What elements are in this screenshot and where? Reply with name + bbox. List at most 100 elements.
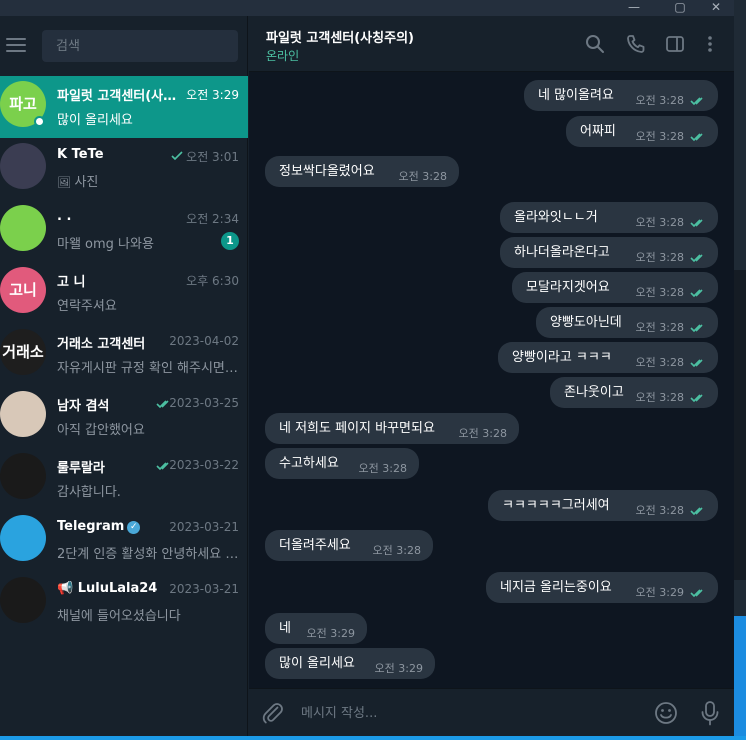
chat-preview-text: 마왤 omg 나와용 xyxy=(57,237,154,252)
chat-preview: 연락주셔요 xyxy=(57,295,239,314)
message-text: ㅋㅋㅋㅋㅋ그러세여 xyxy=(502,498,610,513)
outgoing-message[interactable]: 존나웃이고 오전 3:28 xyxy=(550,377,718,408)
message-time: 오전 3:28 xyxy=(358,462,407,475)
message-text: 네 xyxy=(279,621,291,636)
more-vertical-icon[interactable] xyxy=(700,34,720,54)
message-time: 오전 3:28 xyxy=(635,504,684,517)
outgoing-message[interactable]: 네 많이올려요 오전 3:28 xyxy=(524,80,718,111)
chat-list-item[interactable]: 남자 겸석 2023-03-25 아직 갑안했어요 xyxy=(0,386,248,448)
avatar xyxy=(0,577,46,623)
chat-list-item[interactable]: 📢 LuluLala24 2023-03-21 채널에 들어오셨습니다 xyxy=(0,572,248,634)
chat-name: 거래소 고객센터 xyxy=(57,333,185,352)
message-text: 하나더올라온다고 xyxy=(514,245,610,260)
double-check-icon xyxy=(690,324,703,333)
chat-time: 2023-03-25 xyxy=(169,396,239,410)
avatar xyxy=(0,205,46,251)
message-area[interactable]: 네 많이올려요 오전 3:28 어짜피 오전 3:28 정보싹다올렸어요 오전 3:28 올… xyxy=(249,72,734,688)
chat-title[interactable]: 파일럿 고객센터(사칭주의) xyxy=(266,27,414,46)
window-title-bar: — ▢ ✕ xyxy=(0,0,734,16)
outgoing-message[interactable]: 어짜피 오전 3:28 xyxy=(566,116,718,147)
online-indicator xyxy=(34,116,45,127)
hamburger-menu-icon[interactable] xyxy=(6,38,26,52)
message-time: 오전 3:28 xyxy=(398,170,447,183)
search-icon[interactable] xyxy=(585,34,605,54)
verified-badge-icon: ✓ xyxy=(127,521,141,534)
message-time: 오전 3:28 xyxy=(635,286,684,299)
message-input[interactable] xyxy=(301,699,641,727)
avatar: 고니 xyxy=(0,267,46,313)
chat-name-text: 고 니 xyxy=(57,275,86,290)
chat-list-item[interactable]: K TeTe 오전 3:01 🖼 사진 xyxy=(0,138,248,200)
maximize-button[interactable]: ▢ xyxy=(662,0,698,16)
chat-list-item[interactable]: 거래소 거래소 고객센터 2023-04-02 자유게시판 규정 확인 해주시면 감사… xyxy=(0,324,248,386)
emoji-icon[interactable] xyxy=(654,701,678,725)
message-text: 더올려주세요 xyxy=(279,538,351,553)
chat-name: Telegram ✓ xyxy=(57,519,185,534)
chat-preview: 2단계 인증 활성화 안녕하세요 회원님 xyxy=(57,543,239,562)
incoming-message[interactable]: 네 오전 3:29 xyxy=(265,613,367,644)
incoming-message[interactable]: 네 저희도 페이지 바꾸면되요 오전 3:28 xyxy=(265,413,519,444)
message-text: 네 저희도 페이지 바꾸면되요 xyxy=(279,421,435,436)
close-window-button[interactable]: ✕ xyxy=(698,0,734,16)
message-time: 오전 3:28 xyxy=(635,356,684,369)
chat-preview: 감사합니다. xyxy=(57,481,239,500)
double-check-icon xyxy=(156,462,169,471)
microphone-icon[interactable] xyxy=(698,700,722,726)
desktop-background xyxy=(734,0,746,740)
chat-name: 📢 LuluLala24 xyxy=(57,581,185,596)
message-time: 오전 3:28 xyxy=(635,94,684,107)
outgoing-message[interactable]: 모달라지겟어요 오전 3:28 xyxy=(512,272,718,303)
message-text: 어짜피 xyxy=(580,124,616,139)
chat-preview-text: 자유게시판 규정 확인 해주시면 감사하겠습니다 xyxy=(57,361,239,376)
chat-list-item[interactable]: Telegram✓2023-03-212단계 인증 활성화 안녕하세요 회원님 xyxy=(0,510,248,572)
chat-preview-text: 사진 xyxy=(74,175,99,190)
message-time: 오전 3:29 xyxy=(635,586,684,599)
incoming-message[interactable]: 많이 올리세요 오전 3:29 xyxy=(265,648,435,679)
outgoing-message[interactable]: 올라와잇ㄴㄴ거 오전 3:28 xyxy=(500,202,718,233)
minimize-button[interactable]: — xyxy=(616,0,652,16)
outgoing-message[interactable]: ㅋㅋㅋㅋㅋ그러세여 오전 3:28 xyxy=(488,490,718,521)
avatar xyxy=(0,391,46,437)
double-check-icon xyxy=(690,254,703,263)
message-text: 양빵도아닌데 xyxy=(550,315,622,330)
double-check-icon xyxy=(690,507,703,516)
chat-list-item[interactable]: 룰루랄라 2023-03-22 감사합니다. xyxy=(0,448,248,510)
chat-name-text: 파일럿 고객센터(사칭주의) xyxy=(57,89,185,104)
search-input[interactable] xyxy=(42,30,238,62)
message-time: 오전 3:28 xyxy=(635,251,684,264)
message-time: 오전 3:29 xyxy=(306,627,355,640)
outgoing-message[interactable]: 양빵도아닌데 오전 3:28 xyxy=(536,307,718,338)
outgoing-message[interactable]: 양빵이라고 ㅋㅋㅋ 오전 3:28 xyxy=(498,342,718,373)
chat-name-text: 거래소 고객센터 xyxy=(57,337,146,352)
chat-time: 오전 2:34 xyxy=(186,212,239,226)
chat-list-item[interactable]: 고니 고 니 오후 6:30 연락주셔요 xyxy=(0,262,248,324)
message-text: 존나웃이고 xyxy=(564,385,624,400)
avatar xyxy=(0,143,46,189)
message-text: 양빵이라고 ㅋㅋㅋ xyxy=(512,350,612,365)
double-check-icon xyxy=(690,219,703,228)
incoming-message[interactable]: 정보싹다올렸어요 오전 3:28 xyxy=(265,156,459,187)
chat-name: 파일럿 고객센터(사칭주의) xyxy=(57,85,185,104)
double-check-icon xyxy=(690,589,703,598)
chat-name-text: 룰루랄라 xyxy=(57,461,105,476)
avatar xyxy=(0,515,46,561)
chat-preview: 채널에 들어오셨습니다 xyxy=(57,605,239,624)
incoming-message[interactable]: 수고하세요 오전 3:28 xyxy=(265,448,419,479)
outgoing-message[interactable]: 네지금 올리는중이요 오전 3:29 xyxy=(486,572,718,603)
message-time: 오전 3:28 xyxy=(458,427,507,440)
message-text: 올라와잇ㄴㄴ거 xyxy=(514,210,598,225)
chat-list-item[interactable]: . . 오전 2:34 마왤 omg 나와용 1 xyxy=(0,200,248,262)
incoming-message[interactable]: 더올려주세요 오전 3:28 xyxy=(265,530,433,561)
message-composer xyxy=(249,688,734,736)
chat-name-text: 📢 LuluLala24 xyxy=(57,581,158,596)
paperclip-icon[interactable] xyxy=(261,701,285,725)
outgoing-message[interactable]: 하나더올라온다고 오전 3:28 xyxy=(500,237,718,268)
avatar: 거래소 xyxy=(0,329,46,375)
chat-list-item[interactable]: 파고파일럿 고객센터(사칭주의)오전 3:29많이 올리세요 xyxy=(0,76,248,138)
double-check-icon xyxy=(690,394,703,403)
sidebar-toggle-icon[interactable] xyxy=(665,34,685,54)
message-time: 오전 3:28 xyxy=(635,321,684,334)
message-time: 오전 3:28 xyxy=(635,130,684,143)
message-time: 오전 3:28 xyxy=(372,544,421,557)
phone-icon[interactable] xyxy=(626,34,646,54)
